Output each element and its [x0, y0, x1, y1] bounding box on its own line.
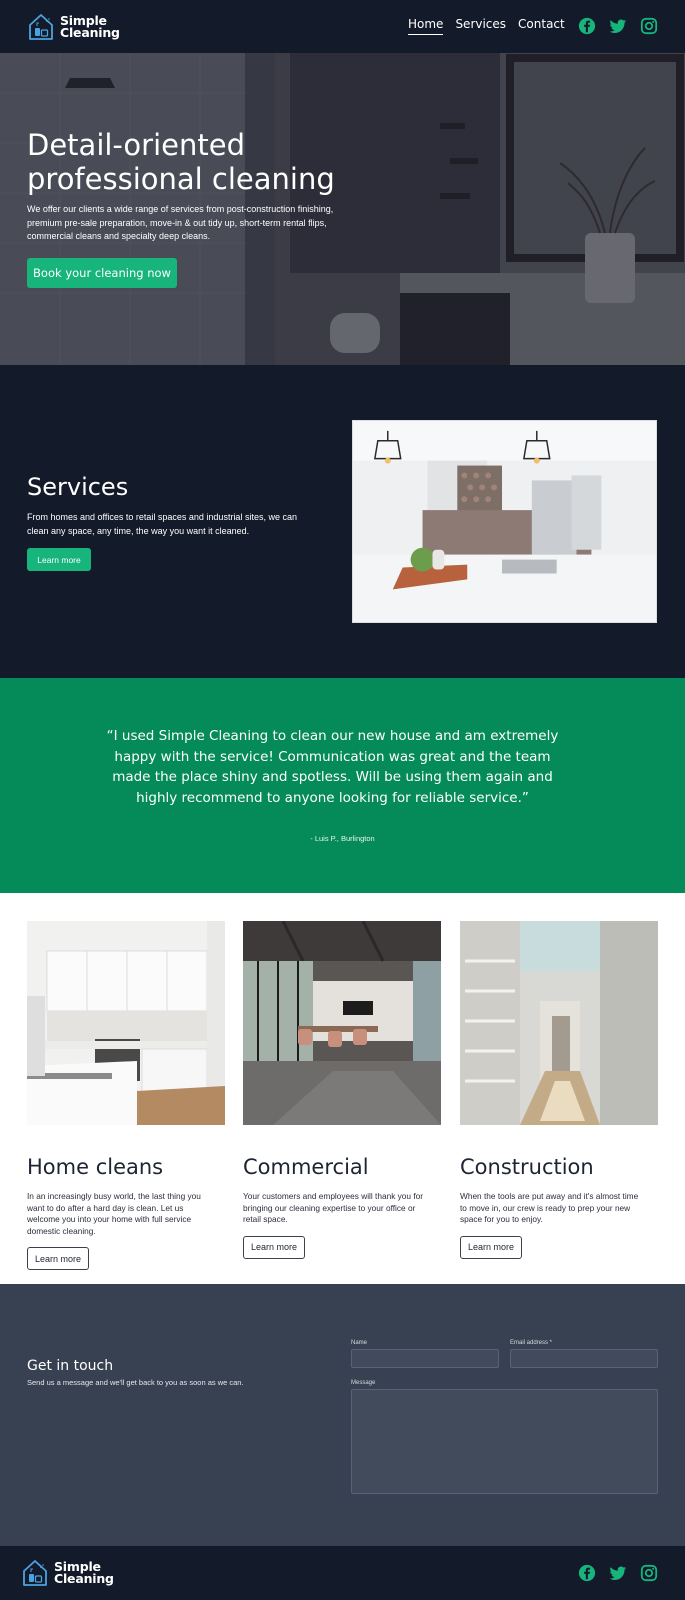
- card-title: Construction: [460, 1155, 594, 1179]
- contact-title: Get in touch: [27, 1358, 114, 1374]
- logo[interactable]: Simple Cleaning: [27, 12, 120, 42]
- kitchen-image: [352, 420, 657, 623]
- construction-hallway-image: [460, 921, 658, 1125]
- contact-section: Get in touch Send us a message and we'll…: [0, 1284, 685, 1546]
- home-kitchen-image: [27, 921, 225, 1125]
- hero-title: Detail-oriented professional cleaning: [27, 128, 335, 196]
- email-input[interactable]: [510, 1349, 658, 1368]
- nav-services[interactable]: Services: [455, 17, 506, 35]
- instagram-icon[interactable]: [640, 17, 658, 35]
- logo-text: Simple Cleaning: [60, 14, 120, 40]
- card-description: When the tools are put away and it's alm…: [460, 1191, 639, 1224]
- home-cleans-learn-more-button[interactable]: Learn more: [27, 1247, 90, 1270]
- commercial-office-image: [243, 920, 441, 1125]
- facebook-icon[interactable]: [578, 1564, 596, 1582]
- card-commercial: Commercial Your customers and employees …: [243, 920, 441, 1259]
- facebook-icon[interactable]: [578, 17, 596, 35]
- testimonial-quote: “I used Simple Cleaning to clean our new…: [106, 728, 559, 806]
- hero-description: We offer our clients a wide range of ser…: [27, 204, 334, 241]
- site-header: Simple Cleaning Home Services Contact: [0, 0, 685, 53]
- site-footer: Simple Cleaning: [0, 1546, 685, 1600]
- footer-social-links: [578, 1564, 658, 1582]
- footer-logo[interactable]: Simple Cleaning: [21, 1558, 114, 1588]
- nav-contact[interactable]: Contact: [518, 17, 565, 35]
- card-description: Your customers and employees will thank …: [243, 1191, 424, 1224]
- testimonial-author: - Luis P., Burlington: [310, 834, 375, 843]
- service-cards-section: Home cleans In an increasingly busy worl…: [0, 893, 685, 1284]
- twitter-icon[interactable]: [609, 17, 627, 35]
- header-social-links: [578, 17, 658, 35]
- testimonial-section: “I used Simple Cleaning to clean our new…: [0, 678, 685, 893]
- card-description: In an increasingly busy world, the last …: [27, 1191, 201, 1236]
- message-textarea[interactable]: [351, 1389, 658, 1494]
- card-title: Commercial: [243, 1155, 369, 1179]
- book-cleaning-button[interactable]: Book your cleaning now: [27, 258, 177, 288]
- card-home-cleans: Home cleans In an increasingly busy worl…: [27, 921, 225, 1270]
- logo-house-icon: [23, 1560, 47, 1586]
- services-learn-more-button[interactable]: Learn more: [27, 548, 91, 571]
- logo-house-icon: [29, 14, 53, 40]
- contact-description: Send us a message and we'll get back to …: [27, 1378, 244, 1387]
- name-label: Name: [351, 1340, 368, 1346]
- hero-section: Detail-oriented professional cleaning We…: [0, 53, 685, 365]
- services-description: From homes and offices to retail spaces …: [27, 512, 297, 536]
- commercial-learn-more-button[interactable]: Learn more: [243, 1235, 306, 1259]
- services-section: Services From homes and offices to retai…: [0, 365, 685, 678]
- logo-text-line2: Cleaning: [54, 1571, 114, 1586]
- services-title: Services: [27, 473, 129, 501]
- main-nav: Home Services Contact: [408, 17, 577, 35]
- email-label: Email address *: [510, 1340, 553, 1346]
- message-label: Message: [351, 1380, 376, 1386]
- logo-text: Simple Cleaning: [54, 1560, 114, 1586]
- twitter-icon[interactable]: [609, 1564, 627, 1582]
- logo-text-line2: Cleaning: [60, 25, 120, 40]
- name-input[interactable]: [351, 1349, 499, 1368]
- card-construction: Construction When the tools are put away…: [460, 921, 658, 1259]
- construction-learn-more-button[interactable]: Learn more: [460, 1235, 523, 1259]
- instagram-icon[interactable]: [640, 1564, 658, 1582]
- card-title: Home cleans: [27, 1155, 164, 1179]
- nav-home[interactable]: Home: [408, 17, 444, 35]
